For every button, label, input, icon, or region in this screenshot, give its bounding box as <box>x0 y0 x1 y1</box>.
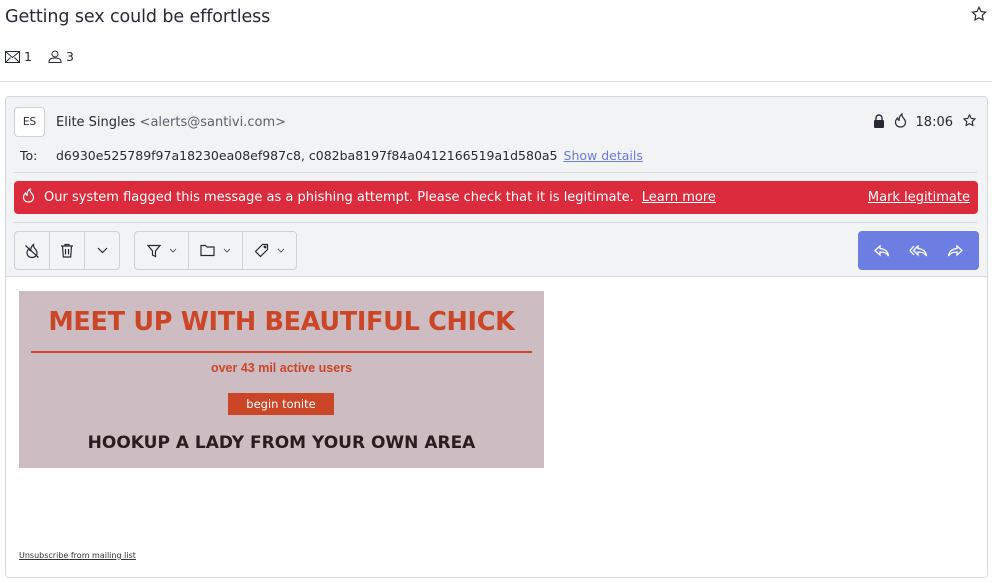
recipients[interactable]: d6930e525789f97a18230ea08ef987c8, c082ba… <box>56 148 558 163</box>
move-to-folder-button[interactable] <box>189 232 243 269</box>
alert-text: Our system flagged this message as a phi… <box>44 190 634 205</box>
conversation-header: Getting sex could be effortless 1 3 <box>0 0 992 82</box>
action-group-primary <box>14 231 120 270</box>
message-header-actions: 18:06 <box>864 112 977 132</box>
message-body: MEET UP WITH BEAUTIFUL CHICK over 43 mil… <box>6 277 987 577</box>
folder-icon <box>200 244 215 257</box>
not-spam-icon <box>25 242 39 258</box>
unsubscribe-link[interactable]: Unsubscribe from mailing list <box>19 551 136 560</box>
filter-button[interactable] <box>135 232 189 269</box>
label-button[interactable] <box>243 232 296 269</box>
reply-icon <box>874 244 890 256</box>
trash-icon <box>61 243 73 258</box>
show-details-link[interactable]: Show details <box>564 148 643 163</box>
to-label: To: <box>20 148 38 163</box>
reply-actions <box>858 231 979 270</box>
promo-subline: over 43 mil active users <box>210 361 353 375</box>
star-icon[interactable] <box>962 113 977 132</box>
message-count-value: 1 <box>24 49 32 64</box>
reply-button[interactable] <box>867 236 897 266</box>
fire-icon[interactable] <box>894 112 907 132</box>
action-group-organize <box>134 231 297 270</box>
not-spam-button[interactable] <box>15 232 50 269</box>
promo-tagline: HOOKUP A LADY FROM YOUR OWN AREA <box>87 433 476 453</box>
promo-banner: MEET UP WITH BEAUTIFUL CHICK over 43 mil… <box>19 291 544 468</box>
promo-cta-button[interactable]: begin tonite <box>228 393 334 415</box>
participant-count: 3 <box>48 49 74 64</box>
message-card: ES Elite Singles <alerts@santivi.com> 18… <box>5 96 988 578</box>
divider <box>14 172 977 173</box>
recipients-row: To: d6930e525789f97a18230ea08ef987c8, c0… <box>20 148 643 163</box>
envelope-icon <box>5 50 20 63</box>
sender-address: <alerts@santivi.com> <box>139 115 287 130</box>
chevron-down-icon <box>277 248 285 253</box>
lock-icon[interactable] <box>873 113 885 132</box>
message-header: ES Elite Singles <alerts@santivi.com> 18… <box>6 97 987 277</box>
avatar[interactable]: ES <box>14 107 45 137</box>
fire-icon <box>22 187 35 207</box>
promo-headline: MEET UP WITH BEAUTIFUL CHICK <box>48 307 515 337</box>
sender[interactable]: Elite Singles <alerts@santivi.com> <box>56 115 286 130</box>
mark-legitimate-button[interactable]: Mark legitimate <box>868 190 970 205</box>
tag-icon <box>254 243 269 258</box>
message-time: 18:06 <box>915 115 953 130</box>
delete-button[interactable] <box>50 232 85 269</box>
chevron-down-icon <box>97 247 107 254</box>
star-icon[interactable] <box>970 5 988 23</box>
filter-icon <box>146 244 161 257</box>
participant-count-value: 3 <box>65 49 74 64</box>
sender-name: Elite Singles <box>56 115 136 130</box>
phishing-alert-banner: Our system flagged this message as a phi… <box>14 181 978 214</box>
divider <box>14 222 977 223</box>
forward-button[interactable] <box>940 236 970 266</box>
message-count: 1 <box>5 49 32 64</box>
reply-all-icon <box>909 244 928 257</box>
chevron-down-icon <box>223 248 231 253</box>
chevron-down-icon <box>169 248 176 253</box>
promo-divider <box>31 351 532 353</box>
reply-all-button[interactable] <box>903 236 933 266</box>
more-actions-button[interactable] <box>85 232 119 269</box>
conversation-subject: Getting sex could be effortless <box>5 7 271 27</box>
conversation-meta: 1 3 <box>5 49 90 64</box>
user-icon <box>48 50 62 63</box>
learn-more-link[interactable]: Learn more <box>642 190 716 205</box>
forward-icon <box>947 244 963 256</box>
